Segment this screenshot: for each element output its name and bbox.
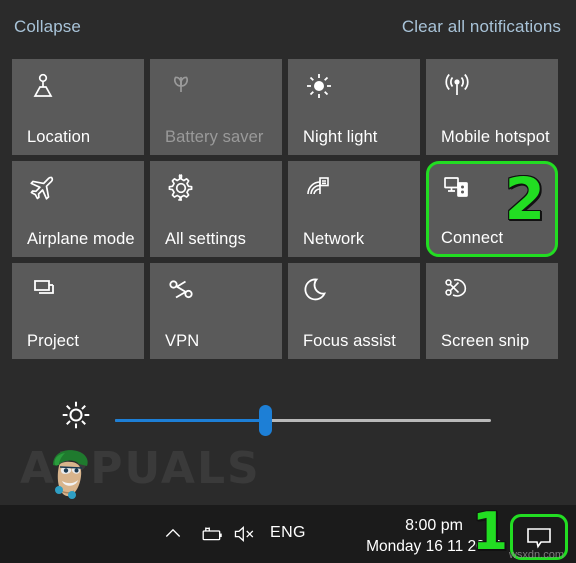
clock[interactable]: 8:00 pm Monday 16 11 2020 — [366, 515, 502, 558]
brand-watermark-text: APPUALS — [20, 443, 261, 494]
location-icon — [27, 70, 61, 104]
tile-connect[interactable]: Connect 2 — [426, 161, 558, 257]
quick-actions-row: Airplane mode All settings Network Conne… — [12, 161, 576, 263]
battery-charging-icon[interactable] — [198, 523, 224, 545]
tile-network[interactable]: Network — [288, 161, 420, 257]
vpn-icon — [165, 274, 199, 308]
tile-project[interactable]: Project — [12, 263, 144, 359]
taskbar: ENG 8:00 pm Monday 16 11 2020 1 wsxdn.co… — [0, 505, 576, 563]
tile-screen-snip[interactable]: Screen snip — [426, 263, 558, 359]
tile-label: Night light — [303, 128, 378, 146]
tile-label: Network — [303, 230, 365, 248]
tile-label: Screen snip — [441, 332, 530, 350]
tile-focus-assist[interactable]: Focus assist — [288, 263, 420, 359]
notifications-button[interactable] — [510, 514, 568, 560]
tile-airplane-mode[interactable]: Airplane mode — [12, 161, 144, 257]
brightness-control — [0, 392, 576, 450]
gear-icon — [165, 172, 199, 206]
brightness-slider-fill — [115, 419, 266, 422]
notification-bubble-icon — [525, 525, 553, 549]
tile-label: All settings — [165, 230, 246, 248]
annotation-step-2: 2 — [504, 165, 546, 233]
action-center-panel: Collapse Clear all notifications Locatio… — [0, 0, 576, 505]
collapse-link[interactable]: Collapse — [14, 17, 81, 37]
tile-mobile-hotspot[interactable]: Mobile hotspot — [426, 59, 558, 155]
language-indicator[interactable]: ENG — [270, 524, 306, 542]
brightness-slider-thumb[interactable] — [259, 405, 273, 436]
brand-watermark: APPUALS — [8, 447, 268, 503]
tile-label: Mobile hotspot — [441, 128, 550, 146]
quick-actions-row: Project VPN Focus assist Screen snip — [12, 263, 576, 365]
project-icon — [27, 274, 61, 308]
network-icon — [303, 172, 337, 206]
clock-date: Monday 16 11 2020 — [366, 537, 502, 555]
screen-snip-icon — [441, 274, 475, 308]
tile-battery-saver[interactable]: Battery saver — [150, 59, 282, 155]
tile-vpn[interactable]: VPN — [150, 263, 282, 359]
tile-label: Project — [27, 332, 80, 350]
volume-muted-icon[interactable] — [232, 523, 258, 545]
tile-night-light[interactable]: Night light — [288, 59, 420, 155]
chevron-up-icon[interactable] — [162, 524, 184, 544]
brightness-slider[interactable] — [115, 405, 491, 436]
tile-all-settings[interactable]: All settings — [150, 161, 282, 257]
mascot-face-icon — [53, 450, 88, 499]
tile-location[interactable]: Location — [12, 59, 144, 155]
battery-saver-icon — [165, 70, 199, 104]
tile-label: Airplane mode — [27, 230, 135, 248]
night-light-icon — [303, 70, 337, 104]
connect-icon — [441, 172, 475, 206]
clock-time: 8:00 pm — [405, 517, 463, 534]
moon-icon — [303, 274, 337, 308]
tile-label: Battery saver — [165, 128, 264, 146]
tile-label: Location — [27, 128, 91, 146]
tile-label: Focus assist — [303, 332, 396, 350]
tile-label: Connect — [441, 229, 504, 247]
mobile-hotspot-icon — [441, 70, 475, 104]
clear-all-notifications-link[interactable]: Clear all notifications — [402, 17, 561, 37]
brightness-icon — [59, 398, 93, 432]
airplane-icon — [27, 172, 61, 206]
action-center-header: Collapse Clear all notifications — [0, 0, 576, 56]
quick-actions-grid: Location Battery saver Night light Mobil… — [12, 59, 576, 365]
tile-label: VPN — [165, 332, 200, 350]
quick-actions-row: Location Battery saver Night light Mobil… — [12, 59, 576, 161]
